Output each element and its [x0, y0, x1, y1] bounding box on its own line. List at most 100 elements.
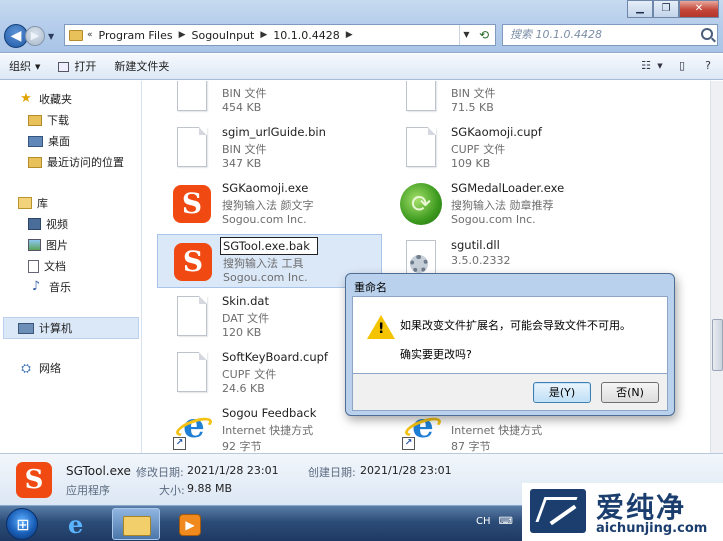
- chevron-down-icon: ▼: [35, 62, 41, 71]
- media-player-icon: ▶: [179, 514, 201, 536]
- file-item[interactable]: BIN 文件 454 KB: [157, 81, 377, 119]
- taskbar-media-button[interactable]: ▶: [166, 508, 214, 540]
- scrollbar-thumb[interactable]: [712, 319, 723, 371]
- nav-videos[interactable]: 视频: [28, 214, 68, 234]
- file-name: SGMedalLoader.exe: [451, 181, 565, 195]
- nav-label: 文档: [44, 260, 66, 273]
- file-item[interactable]: SGMedalLoader.exe 搜狗输入法 勋章推荐 Sogou.com I…: [386, 177, 606, 231]
- start-button[interactable]: [6, 508, 39, 541]
- file-item[interactable]: S SGKaomoji.exe 搜狗输入法 颜文字 Sogou.com Inc.: [157, 177, 377, 231]
- nav-recent-places[interactable]: 最近访问的位置: [28, 152, 124, 172]
- star-icon: ★: [20, 91, 32, 106]
- forward-button[interactable]: ▶: [25, 26, 45, 46]
- open-button[interactable]: 打开: [49, 55, 105, 79]
- file-name: SGKaomoji.cupf: [451, 125, 542, 139]
- folder-icon: [123, 516, 151, 536]
- keyboard-icon[interactable]: ⌨: [499, 516, 513, 527]
- breadcrumb-program-files[interactable]: Program Files: [99, 29, 173, 42]
- sogou-icon: S: [174, 243, 212, 281]
- address-bar[interactable]: « Program Files ▶ SogouInput ▶ 10.1.0.44…: [64, 24, 496, 46]
- navigation-buttons: ◀ ▶ ▼: [4, 24, 54, 48]
- window-titlebar: ▁ ❐ ✕ ◀ ▶ ▼ « Program Files ▶ SogouInput…: [0, 0, 723, 53]
- file-item[interactable]: Skin.dat DAT 文件 120 KB: [157, 290, 377, 344]
- chevron-right-icon[interactable]: ▶: [179, 30, 186, 40]
- file-item[interactable]: e ↗ Sogou Feedback Internet 快捷方式 92 字节: [157, 402, 377, 453]
- view-dropdown-icon[interactable]: ▼: [655, 57, 665, 75]
- file-name: sgim_urlGuide.bin: [222, 125, 326, 139]
- file-type: Internet 快捷方式: [222, 424, 314, 437]
- internet-shortcut-icon: e ↗: [173, 409, 215, 450]
- preview-pane-icon[interactable]: ▯: [673, 57, 691, 75]
- file-icon: [406, 81, 436, 111]
- organize-button[interactable]: 组织 ▼: [0, 55, 49, 79]
- nav-computer[interactable]: 计算机: [18, 318, 72, 338]
- breadcrumb-version[interactable]: 10.1.0.4428: [273, 29, 339, 42]
- file-name: Sogou Feedback: [222, 406, 317, 420]
- file-name: sgutil.dll: [451, 238, 500, 252]
- nav-label: 计算机: [39, 322, 72, 335]
- sogou-icon: S: [173, 185, 211, 223]
- close-button[interactable]: ✕: [679, 0, 719, 18]
- help-icon[interactable]: ?: [699, 57, 717, 75]
- no-button[interactable]: 否(N): [601, 382, 659, 403]
- details-size-value: 9.88 MB: [187, 482, 233, 495]
- view-options-icon[interactable]: ☷: [637, 57, 655, 75]
- details-modified-label: 修改日期:: [136, 466, 184, 479]
- nav-label: 最近访问的位置: [47, 156, 124, 169]
- nav-documents[interactable]: 文档: [28, 256, 66, 276]
- nav-downloads[interactable]: 下载: [28, 110, 69, 130]
- details-created-label: 创建日期:: [308, 466, 356, 479]
- nav-desktop[interactable]: 桌面: [28, 131, 70, 151]
- refresh-icon[interactable]: ⟲: [475, 25, 493, 45]
- file-type: BIN 文件: [222, 143, 267, 156]
- search-icon[interactable]: [701, 28, 713, 40]
- language-indicator[interactable]: CH: [476, 516, 491, 527]
- details-file-name: SGTool.exe: [66, 464, 131, 478]
- rename-input[interactable]: SGTool.exe.bak: [220, 237, 318, 255]
- vertical-scrollbar[interactable]: [710, 81, 723, 453]
- recent-pages-dropdown[interactable]: ▼: [48, 32, 54, 41]
- file-company: Sogou.com Inc.: [223, 271, 308, 284]
- ie-icon: e: [68, 510, 84, 539]
- nav-label: 视频: [46, 218, 68, 231]
- file-item[interactable]: sgim_urlGuide.bin BIN 文件 347 KB: [157, 121, 377, 175]
- organize-label: 组织: [9, 59, 31, 73]
- nav-label: 图片: [46, 239, 68, 252]
- file-size: 347 KB: [222, 157, 262, 170]
- file-item[interactable]: SGKaomoji.cupf CUPF 文件 109 KB: [386, 121, 606, 175]
- file-item[interactable]: BIN 文件 71.5 KB: [386, 81, 606, 119]
- open-icon: [58, 61, 70, 72]
- maximize-button[interactable]: ❐: [653, 0, 679, 18]
- nav-label: 桌面: [48, 135, 70, 148]
- breadcrumb-sogouinput[interactable]: SogouInput: [191, 29, 254, 42]
- nav-pictures[interactable]: 图片: [28, 235, 68, 255]
- search-placeholder: 搜索 10.1.0.4428: [510, 28, 602, 41]
- new-folder-button[interactable]: 新建文件夹: [105, 55, 178, 79]
- details-size-label: 大小:: [159, 484, 185, 497]
- video-icon: [28, 218, 41, 230]
- file-name: Skin.dat: [222, 294, 269, 308]
- nav-libraries[interactable]: 库: [18, 193, 48, 213]
- file-version: 3.5.0.2332: [451, 254, 511, 267]
- chevron-right-icon[interactable]: ▶: [346, 30, 353, 40]
- address-dropdown-icon[interactable]: ▼: [459, 25, 473, 45]
- chevron-right-icon[interactable]: ▶: [260, 30, 267, 40]
- taskbar-explorer-button[interactable]: [112, 508, 160, 540]
- library-icon: [18, 197, 32, 209]
- file-icon: [177, 81, 207, 111]
- minimize-button[interactable]: ▁: [627, 0, 653, 18]
- shortcut-arrow-icon: ↗: [402, 437, 415, 450]
- file-type: BIN 文件: [451, 87, 496, 100]
- details-type: 应用程序: [66, 484, 110, 497]
- navigation-pane: ★ 收藏夹 下载 桌面 最近访问的位置 库 视频 图片 文档 ♪ 音乐 计算机 ⛭ 网…: [0, 81, 142, 453]
- shortcut-arrow-icon: ↗: [173, 437, 186, 450]
- nav-network[interactable]: ⛭ 网络: [18, 358, 61, 378]
- search-input[interactable]: 搜索 10.1.0.4428: [502, 24, 718, 46]
- nav-favorites[interactable]: ★ 收藏夹: [18, 89, 72, 109]
- recent-places-icon: [28, 156, 42, 168]
- taskbar-ie-button[interactable]: e: [56, 508, 104, 540]
- yes-button[interactable]: 是(Y): [533, 382, 591, 403]
- chevron-left-icon: «: [87, 30, 93, 40]
- nav-music[interactable]: ♪ 音乐: [28, 277, 71, 297]
- file-item[interactable]: SoftKeyBoard.cupf CUPF 文件 24.6 KB: [157, 346, 377, 400]
